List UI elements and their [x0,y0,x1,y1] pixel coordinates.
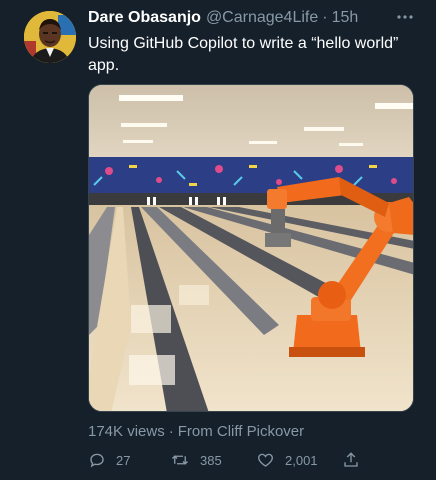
tweet-media-video[interactable] [88,84,414,412]
tweet-actions: 27 385 2,001 [88,449,378,471]
tweet-text: Using GitHub Copilot to write a “hello w… [88,35,399,74]
more-horizontal-icon [397,15,413,19]
avatar[interactable] [24,11,76,63]
tweet-meta: 174K views · From Cliff Pickover [88,423,304,440]
retweet-icon [172,455,188,465]
retweet-button[interactable]: 385 [170,449,222,471]
reply-button[interactable]: 27 [88,449,130,471]
video-frame [89,85,413,411]
tweet-header: Dare Obasanjo @Carnage4Life · 15h [88,9,416,29]
reply-icon [90,453,104,468]
tweet[interactable]: Dare Obasanjo @Carnage4Life · 15h Using … [0,0,436,480]
retweet-count: 385 [200,452,222,468]
share-button[interactable] [342,449,360,471]
media-source[interactable]: From Cliff Pickover [178,423,304,440]
like-button[interactable]: 2,001 [256,449,318,471]
header-separator: · [322,9,328,26]
share-icon [344,452,358,467]
meta-separator: · [168,423,174,440]
like-count: 2,001 [285,452,318,468]
avatar-image [24,11,76,63]
author-name[interactable]: Dare Obasanjo [88,9,201,27]
view-count: 174K views [88,423,165,440]
reply-count: 27 [116,452,131,468]
heart-icon [258,453,273,467]
more-options-button[interactable] [396,10,414,24]
tweet-timestamp[interactable]: 15h [332,9,359,27]
author-handle[interactable]: @Carnage4Life [206,9,318,27]
